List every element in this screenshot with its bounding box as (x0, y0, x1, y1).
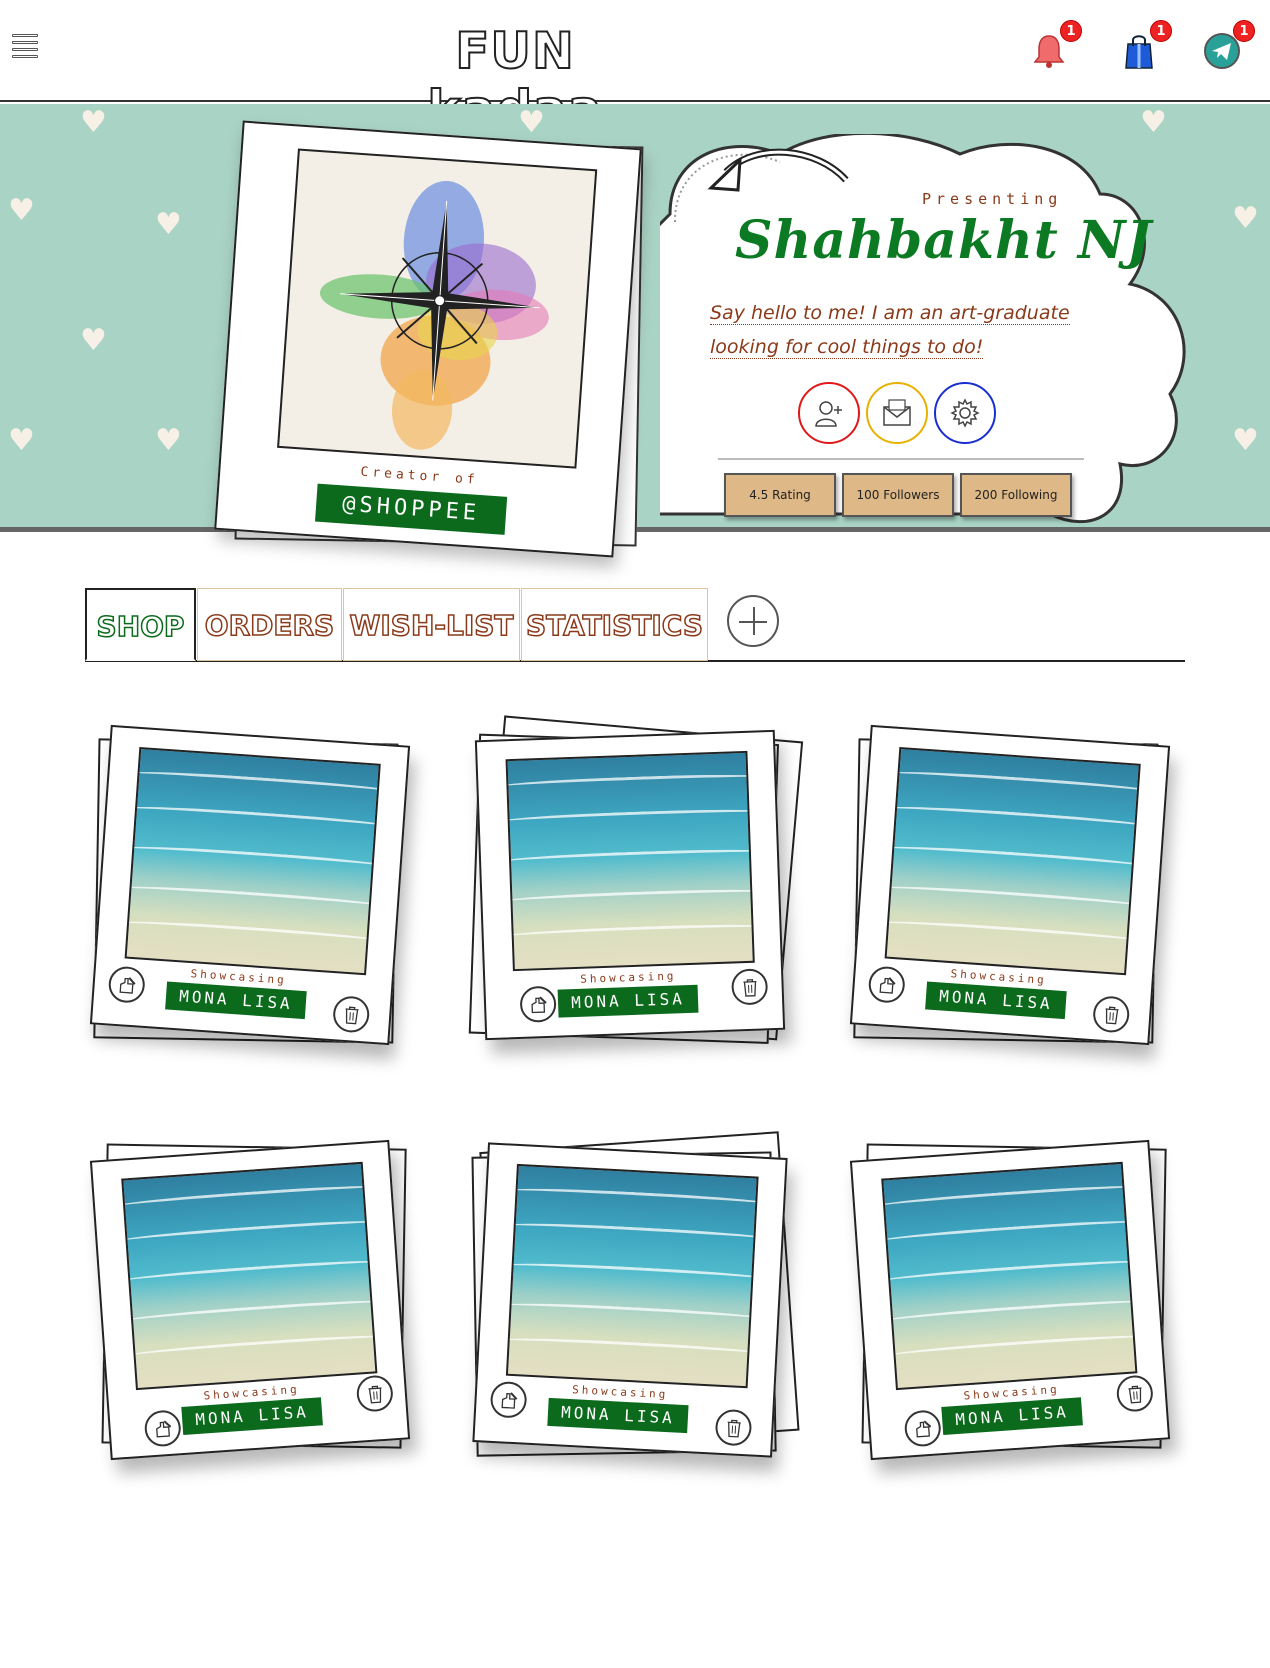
showcasing-label: Showcasing (571, 1383, 669, 1402)
tab-statistics[interactable]: STATISTICS (521, 588, 708, 661)
tab-shop[interactable]: SHOP (85, 588, 196, 661)
trash-icon (368, 1385, 382, 1404)
arrow-decoration-icon (707, 148, 849, 192)
card-front: Showcasing MONA LISA (89, 1139, 411, 1461)
delete-button[interactable] (1115, 1374, 1155, 1413)
shopping-bag-icon[interactable]: 1 (1120, 20, 1172, 70)
following-stat[interactable]: 200 Following (960, 473, 1072, 517)
card-front: Showcasing MONA LISA (474, 729, 786, 1041)
trash-icon (727, 1419, 741, 1438)
wrench-hand-icon (119, 977, 136, 994)
product-title: MONA LISA (557, 984, 699, 1018)
edit-button[interactable] (519, 985, 557, 1023)
product-photo (505, 1163, 759, 1389)
shop-handle[interactable]: @SHOPPEE (314, 483, 508, 535)
profile-bio: Say hello to me! I am an art-graduate lo… (710, 296, 1110, 364)
product-card[interactable]: Showcasing MONA LISA (471, 1131, 800, 1460)
edit-button[interactable] (107, 965, 146, 1004)
notification-badge: 1 (1060, 20, 1082, 42)
delete-button[interactable] (1092, 995, 1131, 1034)
edit-button[interactable] (903, 1409, 942, 1448)
follow-button[interactable] (798, 382, 860, 444)
wrench-hand-icon (531, 996, 547, 1014)
trash-icon (1128, 1385, 1142, 1404)
product-photo (881, 1161, 1138, 1391)
wrench-hand-icon (916, 1420, 932, 1438)
edit-button[interactable] (867, 965, 906, 1004)
delete-button[interactable] (332, 995, 371, 1034)
heart-decoration-icon: ♥ (155, 423, 182, 458)
bell-icon[interactable]: 1 (1030, 20, 1082, 70)
presenting-label: Presenting (922, 190, 1063, 208)
creator-label: Creator of (360, 464, 480, 488)
tab-orders[interactable]: ORDERS (197, 588, 342, 661)
heart-decoration-icon: ♥ (1232, 423, 1259, 458)
product-card[interactable]: Showcasing MONA LISA (89, 1139, 411, 1461)
compass-art-icon (319, 180, 549, 450)
profile-photo (277, 148, 598, 469)
heart-decoration-icon: ♥ (1232, 201, 1259, 236)
delete-button[interactable] (714, 1408, 753, 1447)
top-bar: FUN kadaa 1 1 1 (0, 0, 1270, 139)
card-front: Showcasing MONA LISA (89, 724, 411, 1046)
product-photo (121, 1161, 378, 1391)
gear-icon (950, 398, 980, 428)
mail-icon (883, 399, 911, 426)
bio-line-2: looking for cool things to do! (710, 336, 984, 359)
product-card[interactable]: Showcasing MONA LISA (468, 715, 804, 1045)
edit-button[interactable] (143, 1409, 182, 1448)
product-card[interactable]: Showcasing MONA LISA (849, 724, 1171, 1046)
message-badge: 1 (1233, 20, 1255, 42)
add-tab-button[interactable] (727, 595, 779, 647)
trash-icon (345, 1006, 359, 1025)
delete-button[interactable] (355, 1374, 395, 1413)
heart-decoration-icon: ♥ (518, 105, 545, 140)
product-title: MONA LISA (547, 1397, 689, 1434)
heart-decoration-icon: ♥ (8, 423, 35, 458)
product-photo (884, 746, 1141, 976)
wrench-hand-icon (879, 977, 896, 994)
heart-decoration-icon: ♥ (155, 207, 182, 242)
wrench-hand-icon (501, 1392, 518, 1409)
trash-icon (743, 979, 757, 997)
cart-badge: 1 (1150, 20, 1172, 42)
product-title: MONA LISA (165, 981, 307, 1020)
card-front: Showcasing MONA LISA (472, 1142, 788, 1458)
edit-button[interactable] (489, 1380, 528, 1419)
tab-wish-list[interactable]: WISH-LIST (343, 588, 520, 661)
product-title: MONA LISA (925, 981, 1067, 1020)
stats-divider (718, 458, 1084, 460)
wrench-hand-icon (156, 1420, 172, 1438)
heart-decoration-icon: ♥ (8, 193, 35, 228)
settings-button[interactable] (934, 382, 996, 444)
heart-decoration-icon: ♥ (80, 105, 107, 140)
product-title: MONA LISA (181, 1397, 323, 1435)
profile-polaroid[interactable]: Creator of @SHOPPEE (214, 120, 642, 558)
profile-name: Shahbakht NJ (735, 210, 1153, 271)
trash-icon (1105, 1006, 1119, 1025)
message-button[interactable] (866, 382, 928, 444)
followers-stat[interactable]: 100 Followers (842, 473, 954, 517)
bio-line-1: Say hello to me! I am an art-graduate (710, 302, 1070, 325)
card-front: Showcasing MONA LISA (849, 724, 1171, 1046)
product-title: MONA LISA (941, 1397, 1083, 1435)
product-card[interactable]: Showcasing MONA LISA (89, 724, 411, 1046)
product-card[interactable]: Showcasing MONA LISA (849, 1139, 1171, 1461)
hamburger-icon[interactable] (12, 34, 38, 68)
product-photo (124, 746, 381, 976)
card-front: Showcasing MONA LISA (849, 1139, 1171, 1461)
rating-stat[interactable]: 4.5 Rating (724, 473, 836, 517)
add-user-icon (815, 401, 842, 427)
telegram-icon[interactable]: 1 (1203, 20, 1255, 70)
heart-decoration-icon: ♥ (80, 323, 107, 358)
delete-button[interactable] (731, 968, 769, 1006)
product-photo (505, 750, 755, 972)
showcasing-label: Showcasing (580, 969, 677, 986)
